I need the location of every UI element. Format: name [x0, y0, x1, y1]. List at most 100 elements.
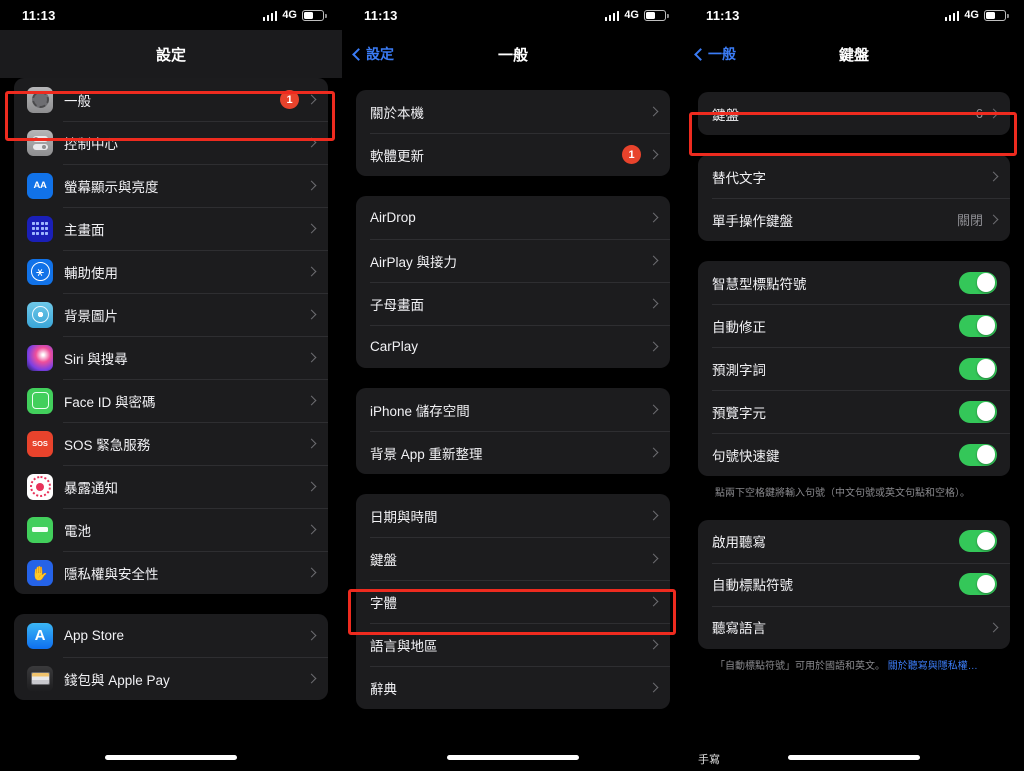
list-item-background-app-refresh[interactable]: 背景 App 重新整理 [356, 431, 670, 474]
row-label: 螢幕顯示與亮度 [64, 179, 159, 195]
network-label: 4G [964, 9, 979, 21]
row-label: 背景圖片 [64, 308, 118, 324]
chevron-right-icon [306, 567, 317, 578]
list-item-picture-in-picture[interactable]: 子母畫面 [356, 282, 670, 325]
list-item-iphone-storage[interactable]: iPhone 儲存空間 [356, 388, 670, 431]
sidebar-item-display-brightness[interactable]: AA 螢幕顯示與亮度 [14, 164, 328, 207]
list-item-text-replacement[interactable]: 替代文字 [698, 155, 1010, 198]
sidebar-item-wallet[interactable]: 錢包與 Apple Pay [14, 657, 328, 700]
home-screen-icon [27, 215, 53, 242]
toggle-period-shortcut[interactable] [959, 443, 997, 466]
list-item-airplay[interactable]: AirPlay 與接力 [356, 239, 670, 282]
row-label: 自動標點符號 [712, 578, 793, 593]
chevron-left-icon [694, 47, 707, 61]
chevron-right-icon [306, 223, 317, 234]
keyboard-group-keyboards: 鍵盤 6 [698, 92, 1010, 135]
toggle-auto-correction[interactable] [959, 314, 997, 337]
row-label: 輔助使用 [64, 265, 118, 281]
status-time: 11:13 [22, 7, 56, 23]
list-item-character-preview: 預覽字元 [698, 390, 1010, 433]
chevron-right-icon [648, 553, 659, 564]
chevron-right-icon [648, 298, 659, 309]
sidebar-item-app-store[interactable]: A App Store [14, 614, 328, 657]
keyboard-list: 鍵盤 6 替代文字 單手操作鍵盤 關閉 智慧型標點符號 自動修正 預測字詞 預覽… [684, 78, 1024, 674]
sidebar-item-battery[interactable]: 電池 [14, 508, 328, 551]
row-value: 6 [975, 106, 983, 121]
footnote-period-shortcut: 點兩下空格鍵將輸入句號（中文句號或英文句點和空格）。 [715, 488, 970, 499]
status-indicators: 4G [604, 9, 669, 21]
list-item-one-handed-keyboard[interactable]: 單手操作鍵盤 關閉 [698, 198, 1010, 241]
list-item-carplay[interactable]: CarPlay [356, 325, 670, 368]
chevron-right-icon [648, 212, 659, 223]
chevron-right-icon [306, 266, 317, 277]
chevron-right-icon [648, 149, 659, 160]
page-title: 設定 [155, 46, 186, 64]
signal-bars-icon [262, 10, 278, 21]
list-item-about[interactable]: 關於本機 [356, 90, 670, 133]
chevron-right-icon [988, 214, 999, 225]
network-label: 4G [624, 9, 639, 21]
row-label: 背景 App 重新整理 [370, 446, 483, 462]
row-label: 一般 [64, 93, 91, 109]
general-list: 關於本機 軟體更新 1 AirDrop AirPlay 與接力 子母畫面 Car… [342, 78, 684, 709]
sidebar-item-general[interactable]: 一般 1 [14, 78, 328, 121]
row-label: SOS 緊急服務 [64, 437, 151, 453]
toggle-enable-dictation[interactable] [959, 530, 997, 552]
dictation-privacy-link[interactable]: 關於聽寫與隱私權… [888, 661, 978, 672]
app-store-icon: A [27, 622, 53, 649]
list-item-keyboard[interactable]: 鍵盤 [356, 537, 670, 580]
battery-icon [644, 9, 669, 21]
list-item-keyboards[interactable]: 鍵盤 6 [698, 92, 1010, 135]
list-item-software-update[interactable]: 軟體更新 1 [356, 133, 670, 176]
sidebar-item-privacy[interactable]: ✋ 隱私權與安全性 [14, 551, 328, 594]
sidebar-item-control-center[interactable]: 控制中心 [14, 121, 328, 164]
row-label: AirDrop [370, 210, 416, 225]
row-label: Face ID 與密碼 [64, 394, 156, 410]
privacy-icon: ✋ [27, 559, 53, 586]
list-item-fonts[interactable]: 字體 [356, 580, 670, 623]
list-item-airdrop[interactable]: AirDrop [356, 196, 670, 239]
list-item-language-region[interactable]: 語言與地區 [356, 623, 670, 666]
sidebar-item-home-screen[interactable]: 主畫面 [14, 207, 328, 250]
sos-icon: SOS [27, 430, 53, 457]
chevron-right-icon [648, 596, 659, 607]
row-label: 智慧型標點符號 [712, 276, 807, 292]
sidebar-item-exposure-notification[interactable]: 暴露通知 [14, 465, 328, 508]
back-button[interactable]: 一般 [694, 44, 736, 64]
sidebar-item-wallpaper[interactable]: 背景圖片 [14, 293, 328, 336]
exposure-notification-icon [27, 473, 53, 500]
handwriting-label: 手寫 [698, 754, 720, 766]
chevron-right-icon [648, 341, 659, 352]
status-indicators: 4G [944, 9, 1009, 21]
sidebar-item-siri-search[interactable]: Siri 與搜尋 [14, 336, 328, 379]
sidebar-item-sos[interactable]: SOS SOS 緊急服務 [14, 422, 328, 465]
toggle-auto-punctuation[interactable] [959, 573, 997, 595]
chevron-right-icon [648, 682, 659, 693]
status-bar: 11:13 4G [684, 0, 1024, 30]
toggle-predictive[interactable] [959, 357, 997, 380]
chevron-right-icon [648, 510, 659, 521]
list-item-dictation-languages[interactable]: 聽寫語言 [698, 605, 1010, 649]
status-bar: 11:13 4G [342, 0, 684, 30]
row-label: 預覽字元 [712, 405, 766, 421]
list-item-dictionary[interactable]: 辭典 [356, 666, 670, 709]
settings-group-main: 一般 1 控制中心 AA 螢幕顯示與亮度 主畫面 ⚹ ⠀ 輔助使用 背景圖片 S… [14, 78, 328, 594]
battery-settings-icon [27, 516, 53, 543]
row-label: 辭典 [370, 681, 397, 697]
row-label: 子母畫面 [370, 297, 424, 313]
panel-general: 11:13 4G 設定 一般 關於本機 軟體更新 1 AirDrop AirPl… [342, 0, 684, 771]
row-value: 關閉 [956, 213, 983, 228]
back-button[interactable]: 設定 [352, 44, 394, 64]
toggle-character-preview[interactable] [959, 400, 997, 423]
sidebar-item-accessibility[interactable]: ⚹ 輔助使用 [14, 250, 328, 293]
list-item-enable-dictation: 啟用聽寫 [698, 520, 1010, 563]
row-label: 語言與地區 [370, 638, 438, 654]
row-label: 暴露通知 [64, 480, 118, 496]
display-brightness-icon: AA [27, 172, 53, 199]
chevron-right-icon [988, 108, 999, 119]
chevron-right-icon [648, 255, 659, 266]
list-item-date-time[interactable]: 日期與時間 [356, 494, 670, 537]
sidebar-item-face-id[interactable]: Face ID 與密碼 [14, 379, 328, 422]
toggle-smart-punctuation[interactable] [959, 271, 997, 294]
accessibility-icon: ⚹ [27, 258, 53, 285]
